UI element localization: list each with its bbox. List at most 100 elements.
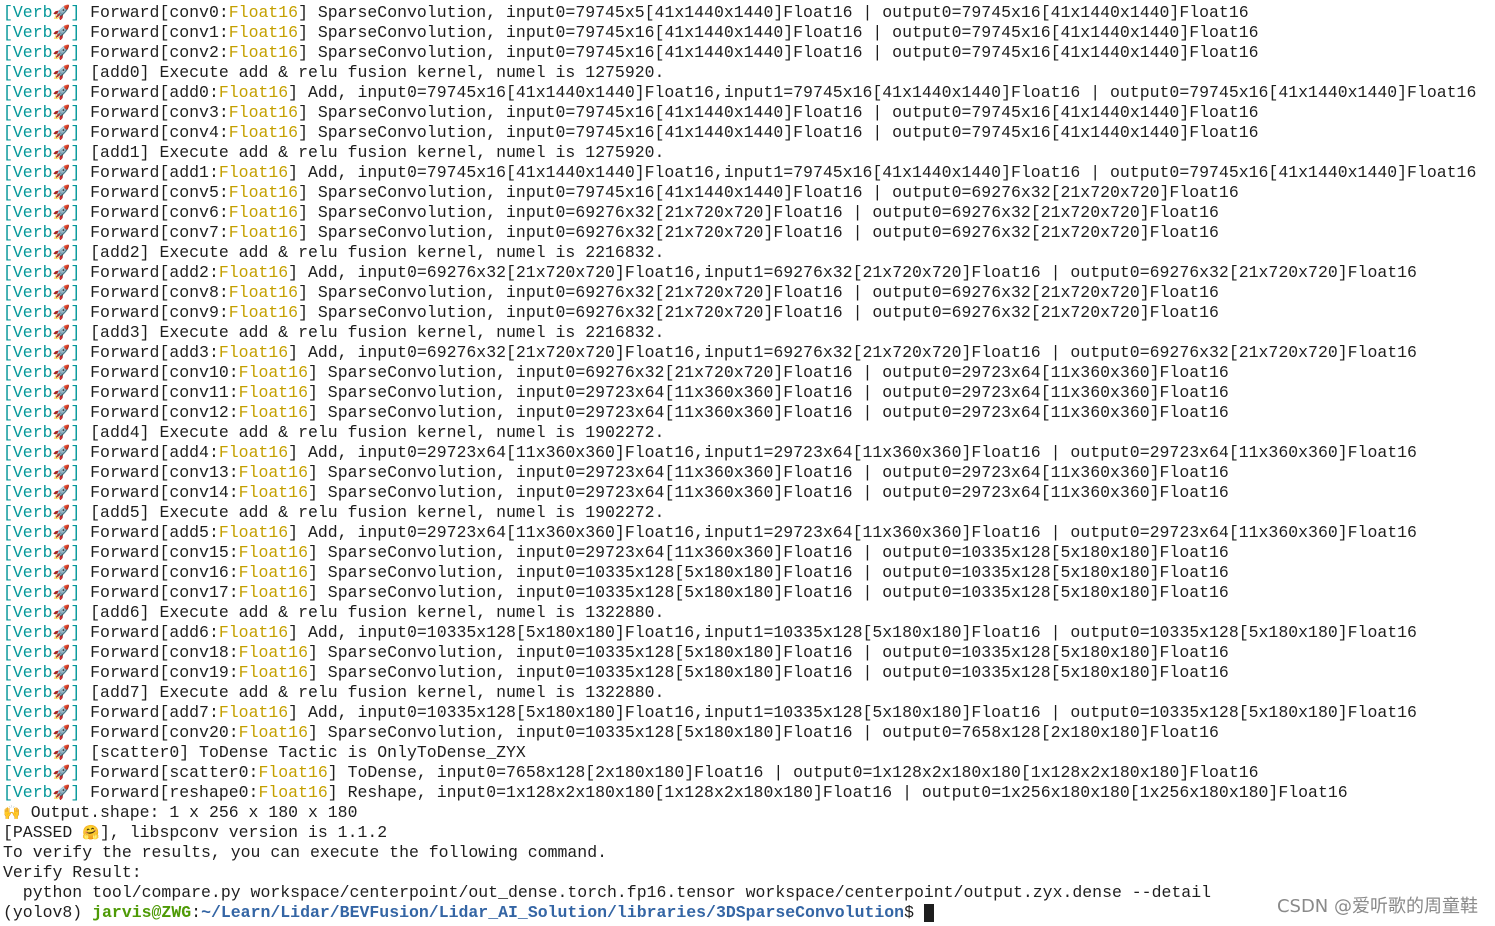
forward-layer: Forward[conv20: (80, 723, 239, 742)
log-line: [Verb🚀] Forward[add2:Float16] Add, input… (3, 263, 1495, 283)
verb-tag-close: ] (70, 303, 81, 322)
dtype-label: Float16 (238, 463, 308, 482)
verb-tag-open: [Verb (3, 263, 53, 282)
forward-layer: Forward[add1: (80, 163, 219, 182)
rocket-icon: 🚀 (52, 165, 71, 181)
verb-tag-close: ] (70, 703, 81, 722)
dtype-label: Float16 (218, 163, 289, 182)
prompt-path: ~/Learn/Lidar/BEVFusion/Lidar_AI_Solutio… (201, 903, 905, 922)
dtype-label: Float16 (228, 223, 299, 242)
verb-tag-open: [Verb (3, 383, 53, 402)
verb-tag-close: ] (70, 463, 81, 482)
prompt-user-host: jarvis@ZWG (92, 903, 192, 922)
rocket-icon: 🚀 (52, 305, 71, 321)
rocket-icon: 🚀 (52, 425, 71, 441)
dtype-label: Float16 (218, 523, 289, 542)
forward-layer: Forward[conv11: (80, 383, 239, 402)
verb-tag-open: [Verb (3, 783, 53, 802)
log-line: [Verb🚀] [add3] Execute add & relu fusion… (3, 323, 1495, 343)
verb-tag-open: [Verb (3, 423, 53, 442)
shell-prompt[interactable]: (yolov8) jarvis@ZWG:~/Learn/Lidar/BEVFus… (3, 903, 1495, 923)
verb-tag-open: [Verb (3, 743, 53, 762)
forward-layer: Forward[conv19: (80, 663, 239, 682)
rocket-icon: 🚀 (52, 605, 71, 621)
dtype-label: Float16 (218, 443, 289, 462)
verb-tag-open: [Verb (3, 363, 53, 382)
terminal-cursor[interactable] (923, 904, 934, 922)
forward-layer: Forward[add4: (80, 443, 219, 462)
dtype-label: Float16 (228, 283, 299, 302)
verb-tag-close: ] (70, 383, 81, 402)
message-prefix: [PASSED (3, 823, 83, 842)
verb-tag-open: [Verb (3, 163, 53, 182)
dtype-label: Float16 (238, 723, 308, 742)
forward-detail: ] Reshape, input0=1x128x2x180x180[1x128x… (327, 783, 1348, 802)
forward-detail: ] Add, input0=79745x16[41x1440x1440]Floa… (288, 83, 1477, 102)
log-line: [Verb🚀] Forward[add5:Float16] Add, input… (3, 523, 1495, 543)
forward-detail: ] SparseConvolution, input0=10335x128[5x… (307, 583, 1229, 602)
log-line: [Verb🚀] Forward[conv10:Float16] SparseCo… (3, 363, 1495, 383)
verb-tag-close: ] (70, 143, 81, 162)
dtype-label: Float16 (258, 783, 328, 802)
dtype-label: Float16 (228, 183, 299, 202)
verb-tag-open: [Verb (3, 523, 53, 542)
log-line: [Verb🚀] Forward[conv0:Float16] SparseCon… (3, 3, 1495, 23)
verb-tag-open: [Verb (3, 323, 53, 342)
log-line: [Verb🚀] Forward[conv1:Float16] SparseCon… (3, 23, 1495, 43)
log-line: [Verb🚀] [add0] Execute add & relu fusion… (3, 63, 1495, 83)
verb-tag-close: ] (70, 763, 81, 782)
rocket-icon: 🚀 (52, 725, 71, 741)
rocket-icon: 🚀 (52, 645, 71, 661)
rocket-icon: 🚀 (52, 105, 71, 121)
log-line: [Verb🚀] Forward[add1:Float16] Add, input… (3, 163, 1495, 183)
rocket-icon: 🚀 (52, 405, 71, 421)
verb-tag-close: ] (70, 783, 81, 802)
log-line: [Verb🚀] Forward[conv14:Float16] SparseCo… (3, 483, 1495, 503)
forward-detail: ] SparseConvolution, input0=69276x32[21x… (298, 303, 1219, 322)
verb-message: [add2] Execute add & relu fusion kernel,… (80, 243, 665, 262)
dtype-label: Float16 (238, 663, 308, 682)
rocket-icon: 🚀 (52, 365, 71, 381)
forward-detail: ] SparseConvolution, input0=10335x128[5x… (307, 663, 1229, 682)
verb-tag-close: ] (70, 43, 81, 62)
rocket-icon: 🚀 (52, 25, 71, 41)
rocket-icon: 🚀 (52, 5, 71, 21)
log-line: [Verb🚀] Forward[conv13:Float16] SparseCo… (3, 463, 1495, 483)
log-line: [Verb🚀] Forward[conv15:Float16] SparseCo… (3, 543, 1495, 563)
terminal-window[interactable]: [Verb🚀] Forward[conv0:Float16] SparseCon… (0, 0, 1495, 926)
verb-tag-close: ] (70, 103, 81, 122)
dtype-label: Float16 (238, 363, 308, 382)
dtype-label: Float16 (228, 23, 299, 42)
log-line: [Verb🚀] Forward[conv9:Float16] SparseCon… (3, 303, 1495, 323)
dtype-label: Float16 (228, 3, 299, 22)
verb-tag-close: ] (70, 283, 81, 302)
verb-tag-close: ] (70, 203, 81, 222)
rocket-icon: 🚀 (52, 445, 71, 461)
log-line: [Verb🚀] Forward[scatter0:Float16] ToDens… (3, 763, 1495, 783)
forward-layer: Forward[conv5: (80, 183, 229, 202)
dtype-label: Float16 (218, 703, 289, 722)
dtype-label: Float16 (228, 43, 299, 62)
verb-tag-open: [Verb (3, 483, 53, 502)
forward-layer: Forward[add3: (80, 343, 219, 362)
conda-env: (yolov8) (3, 903, 93, 922)
log-line: [Verb🚀] Forward[add0:Float16] Add, input… (3, 83, 1495, 103)
forward-layer: Forward[conv18: (80, 643, 239, 662)
message-text: Output.shape: 1 x 256 x 180 x 180 (20, 803, 358, 822)
rocket-icon: 🚀 (52, 765, 71, 781)
log-line: [Verb🚀] Forward[conv5:Float16] SparseCon… (3, 183, 1495, 203)
dtype-label: Float16 (228, 103, 299, 122)
verb-tag-open: [Verb (3, 643, 53, 662)
verb-tag-open: [Verb (3, 343, 53, 362)
verb-tag-open: [Verb (3, 3, 53, 22)
log-line: [PASSED 🤗], libspconv version is 1.1.2 (3, 823, 1495, 843)
rocket-icon: 🚀 (52, 585, 71, 601)
rocket-icon: 🚀 (52, 525, 71, 541)
forward-layer: Forward[conv0: (80, 3, 229, 22)
verb-tag-open: [Verb (3, 203, 53, 222)
rocket-icon: 🚀 (52, 485, 71, 501)
verb-tag-close: ] (70, 663, 81, 682)
verb-message: [add5] Execute add & relu fusion kernel,… (80, 503, 665, 522)
log-line: [Verb🚀] Forward[add6:Float16] Add, input… (3, 623, 1495, 643)
message-text: ], libspconv version is 1.1.2 (100, 823, 388, 842)
